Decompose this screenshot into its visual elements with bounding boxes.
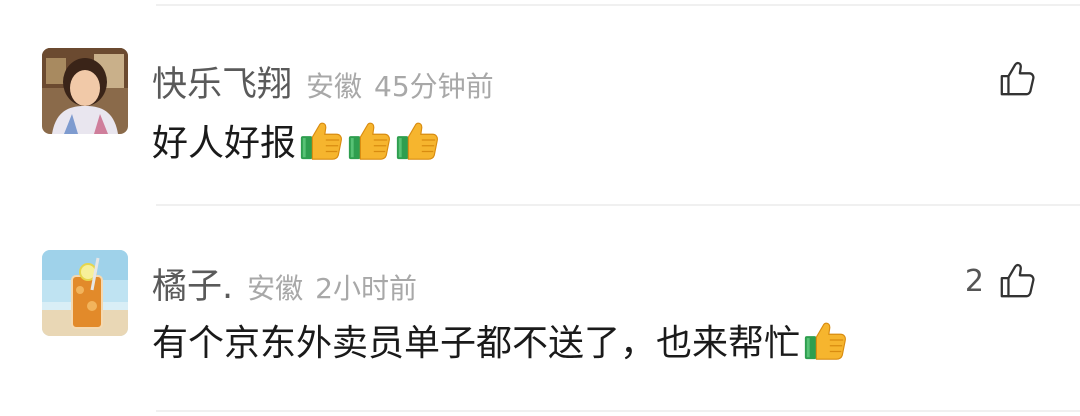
comment-meta: 快乐飞翔 安徽 45分钟前 <box>152 56 494 107</box>
thumbs-up-icon <box>998 60 1036 98</box>
iced-drink-beach-avatar-icon <box>42 250 128 336</box>
username[interactable]: 橘子. <box>152 258 233 309</box>
comment-item: 橘子. 安徽 2小时前 有个京东外卖员单子都不送了，也来帮忙 2 <box>0 206 1080 412</box>
like-button[interactable]: 2 <box>965 262 1036 300</box>
comment-text-row: 好人好报 <box>152 114 440 166</box>
thumbs-up-emoji-icon <box>394 117 440 163</box>
location: 安徽 <box>306 70 363 103</box>
woman-portrait-avatar-icon <box>42 48 128 134</box>
comment-meta: 橘子. 安徽 2小时前 <box>152 258 417 309</box>
thumbs-up-icon <box>998 262 1036 300</box>
timestamp: 45分钟前 <box>374 70 494 103</box>
like-count: 2 <box>964 263 984 299</box>
username[interactable]: 快乐飞翔 <box>152 56 292 107</box>
comment-text-row: 有个京东外卖员单子都不送了，也来帮忙 <box>152 314 848 366</box>
timestamp: 2小时前 <box>315 272 417 305</box>
location: 安徽 <box>247 272 304 305</box>
comment-text: 有个京东外卖员单子都不送了，也来帮忙 <box>152 323 801 364</box>
like-button[interactable] <box>984 60 1036 98</box>
bottom-divider <box>156 410 1080 412</box>
comment-item: 快乐飞翔 安徽 45分钟前 好人好报 <box>0 0 1080 206</box>
avatar[interactable] <box>42 250 128 336</box>
thumbs-up-emoji-icon <box>802 317 848 363</box>
thumbs-up-emoji-icon <box>298 117 344 163</box>
thumbs-up-emoji-icon <box>346 117 392 163</box>
avatar[interactable] <box>42 48 128 134</box>
comment-text: 好人好报 <box>152 123 297 164</box>
